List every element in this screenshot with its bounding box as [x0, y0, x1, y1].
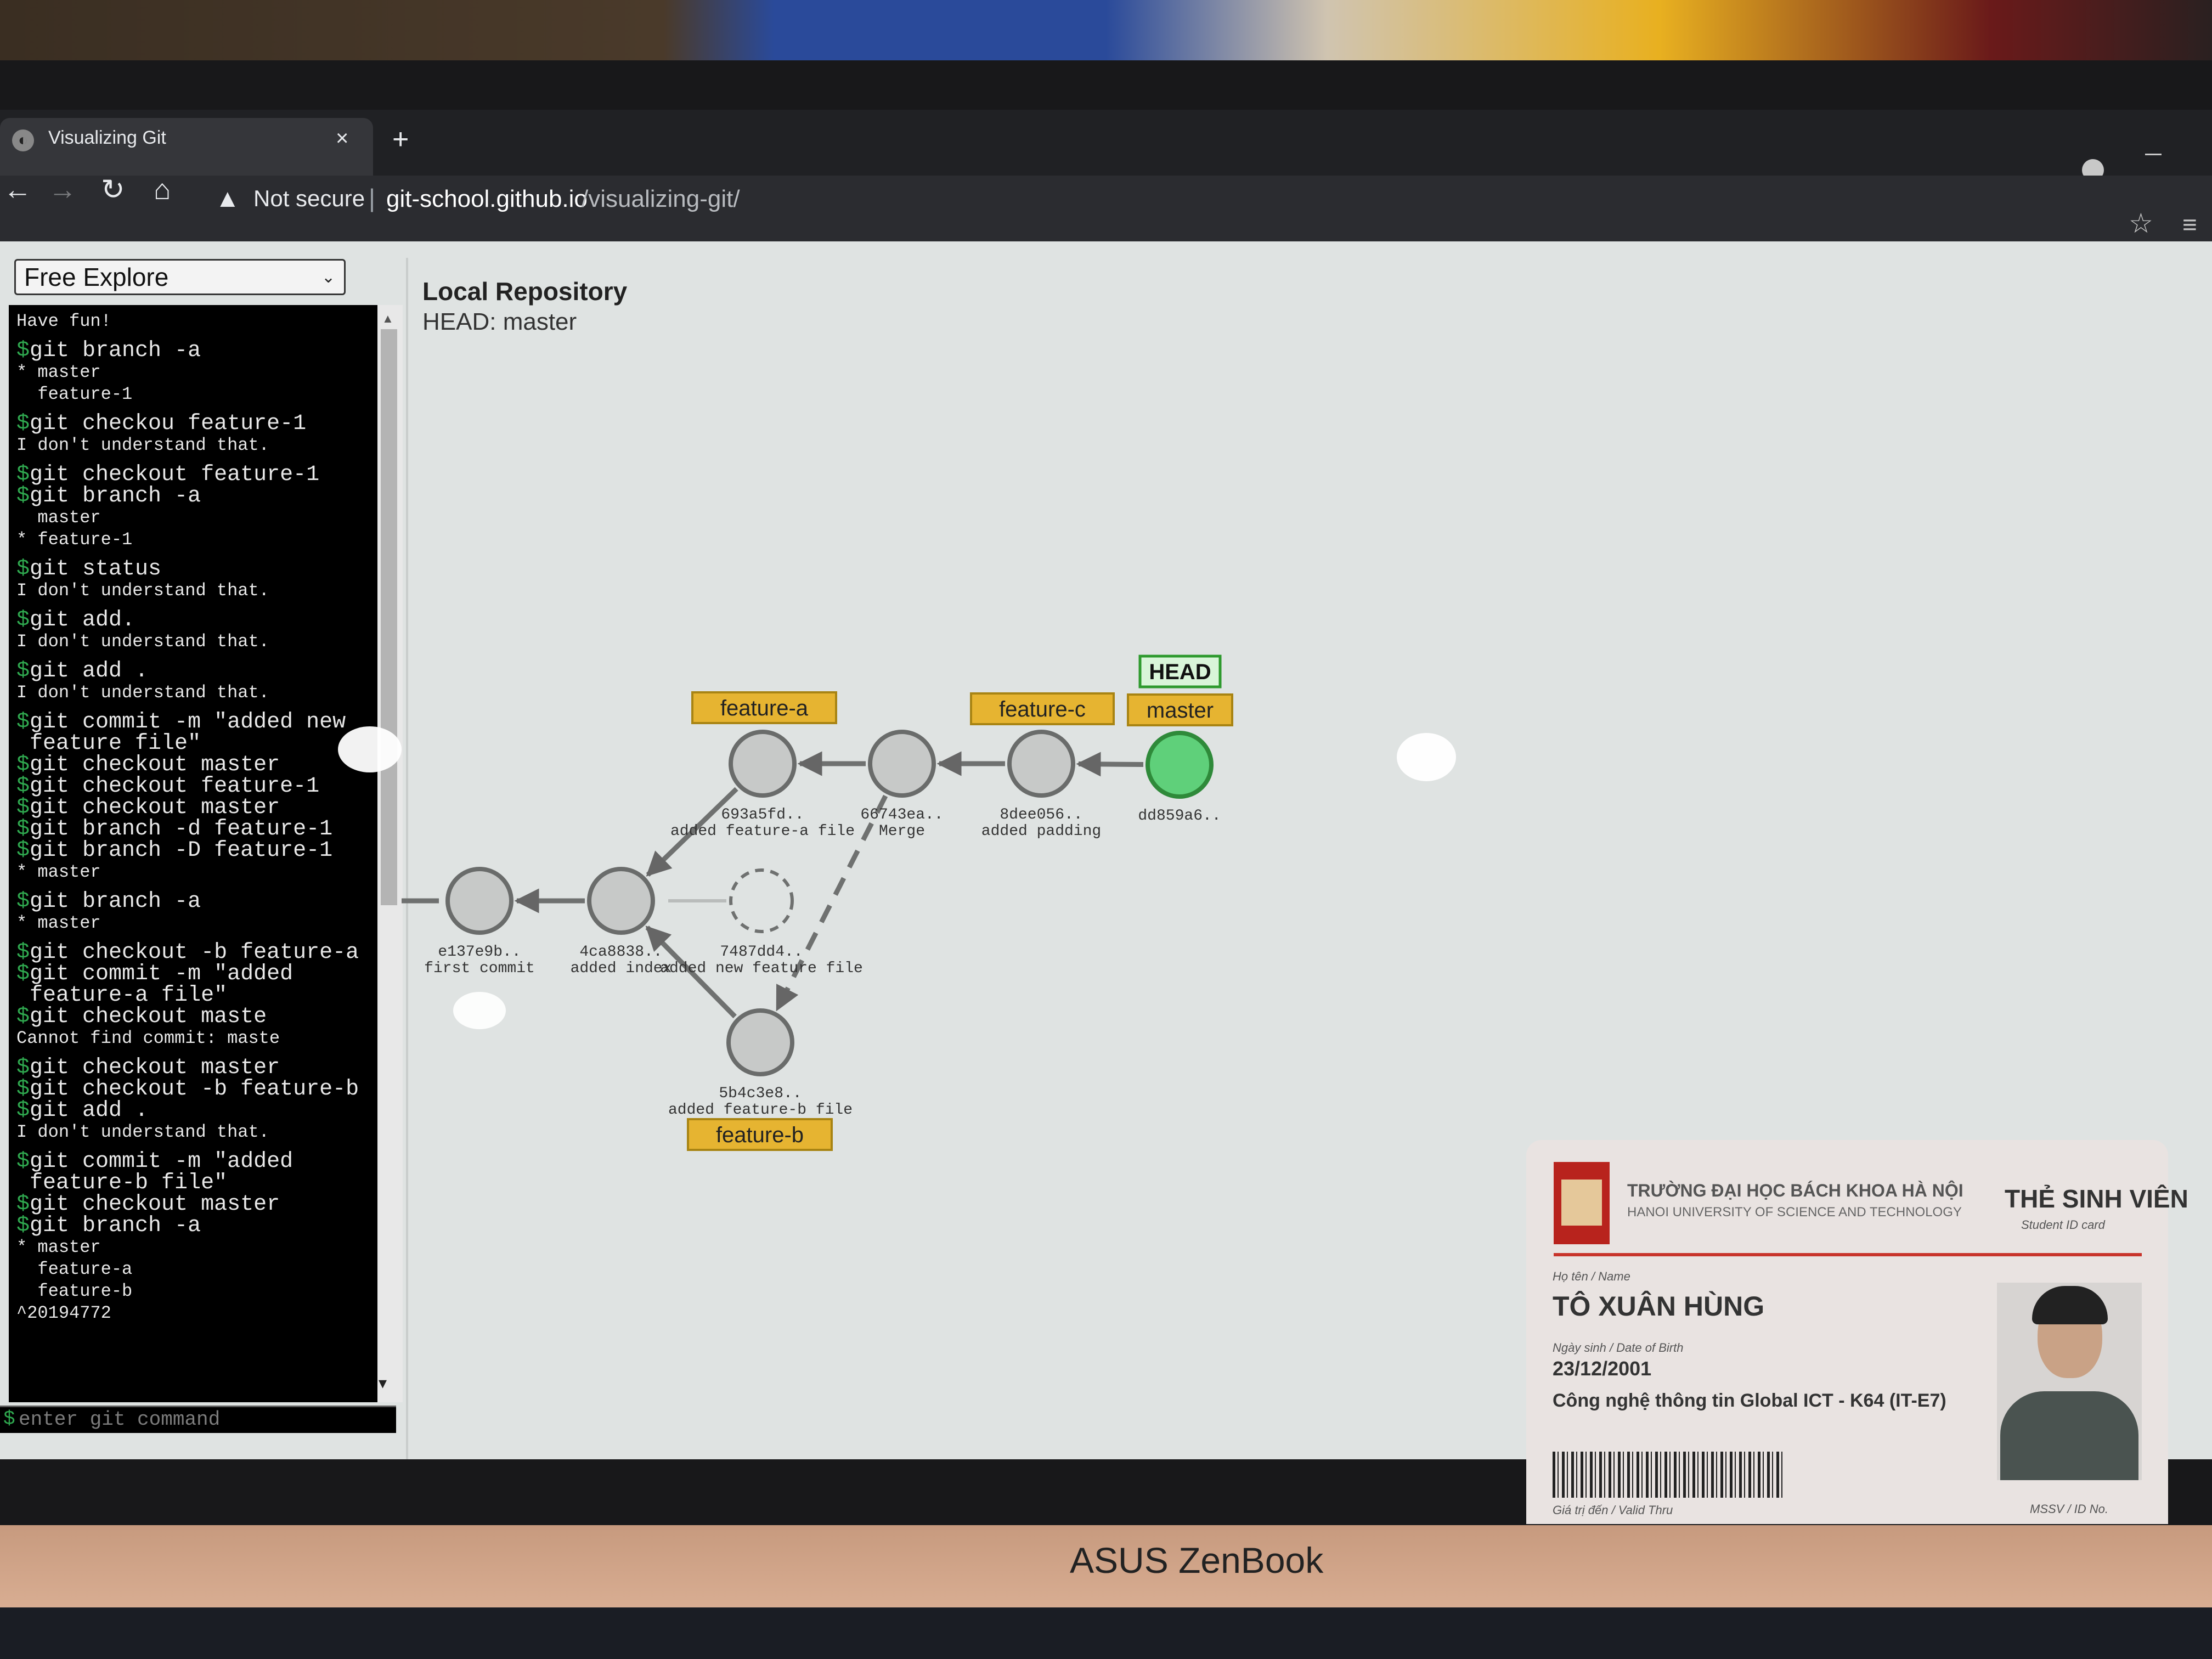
branch-name: feature-b — [716, 1123, 804, 1147]
commit-node[interactable] — [729, 868, 794, 933]
commit-node[interactable] — [726, 1008, 794, 1076]
commit-node[interactable] — [1007, 730, 1075, 798]
card-school-name: TRƯỜNG ĐẠI HỌC BÁCH KHOA HÀ NỘI — [1627, 1181, 1963, 1200]
commit-message: added feature-a file — [670, 823, 855, 840]
card-program: Công nghệ thông tin Global ICT - K64 (IT… — [1553, 1390, 1946, 1411]
commit-id: e137e9b.. — [438, 944, 521, 961]
card-name: TÔ XUÂN HÙNG — [1553, 1291, 1765, 1322]
commit-id: 4ca8838.. — [579, 944, 662, 961]
laptop-keyboard — [0, 1607, 2212, 1659]
commit-id: 5b4c3e8.. — [719, 1085, 802, 1102]
commit-message: added index — [571, 960, 672, 977]
branch-name: feature-a — [720, 696, 809, 720]
branch-name: feature-c — [999, 697, 1086, 721]
card-id-label: MSSV / ID No. — [2030, 1502, 2109, 1516]
screen-glare — [1397, 733, 1456, 781]
barcode — [1553, 1452, 1783, 1498]
screen-glare — [453, 992, 506, 1029]
card-valid-label: Giá trị đến / Valid Thru — [1553, 1503, 1673, 1517]
commit-message: added feature-b file — [668, 1102, 853, 1119]
commit-node[interactable] — [729, 730, 797, 798]
commit-node[interactable] — [445, 867, 514, 935]
commit-message: Merge — [879, 823, 925, 840]
commit-id: 66743ea.. — [860, 806, 943, 823]
card-school-name-en: HANOI UNIVERSITY OF SCIENCE AND TECHNOLO… — [1627, 1205, 1962, 1220]
card-type-en: Student ID card — [2021, 1218, 2105, 1232]
commit-message: added new feature file — [660, 960, 863, 977]
head-tag-label: HEAD — [1149, 660, 1211, 684]
screen-glare — [338, 726, 402, 772]
commit-id: 7487dd4.. — [720, 944, 803, 961]
card-name-label: Họ tên / Name — [1553, 1269, 1630, 1283]
card-dob-label: Ngày sinh / Date of Birth — [1553, 1341, 1684, 1355]
commit-id: 8dee056.. — [1000, 806, 1082, 823]
commit-message: first commit — [424, 960, 535, 977]
card-photo-shirt — [2000, 1391, 2138, 1480]
parent-edge — [1076, 752, 1144, 777]
commit-message: added padding — [981, 823, 1101, 840]
commit-node[interactable] — [1146, 731, 1214, 799]
university-logo-emblem — [1561, 1180, 1602, 1226]
commit-node[interactable] — [868, 730, 936, 798]
laptop-brand: ASUS ZenBook — [1070, 1540, 1324, 1581]
card-dob: 23/12/2001 — [1553, 1357, 1652, 1380]
commit-id: 693a5fd.. — [721, 806, 804, 823]
card-divider — [1554, 1253, 2142, 1256]
branch-name: master — [1147, 698, 1214, 723]
commit-node[interactable] — [587, 867, 655, 935]
commit-id: dd859a6.. — [1138, 808, 1221, 825]
card-type: THẺ SINH VIÊN — [2005, 1184, 2188, 1213]
